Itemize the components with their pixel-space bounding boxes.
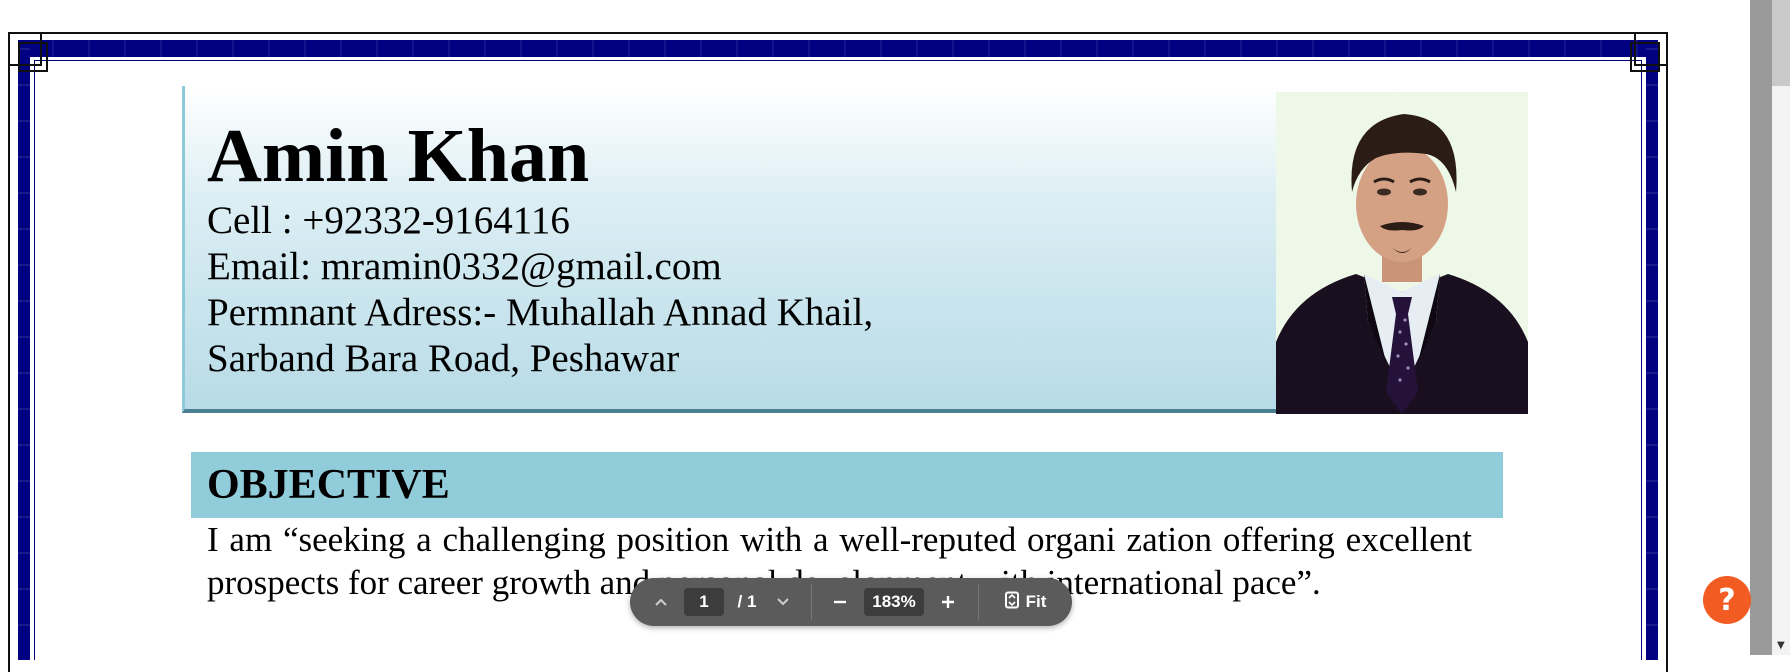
plus-icon[interactable] [930, 578, 966, 626]
toolbar-divider [978, 584, 979, 620]
border-corner-top-left [8, 32, 48, 72]
contact-email: Email: mramin0332@gmail.com [207, 245, 722, 288]
page-border-band-left [18, 40, 30, 660]
toolbar-divider [811, 584, 812, 620]
chevron-down-icon[interactable] [766, 578, 800, 626]
page-number-input[interactable]: 1 [684, 588, 724, 616]
help-icon[interactable]: ? [1703, 576, 1751, 624]
pdf-toolbar: 1 / 1 183% Fit [630, 578, 1072, 626]
page-total: / 1 [737, 592, 757, 611]
minus-icon[interactable] [822, 578, 858, 626]
page-border-band-right [1646, 40, 1658, 660]
fit-button[interactable]: Fit [988, 578, 1062, 626]
fit-label: Fit [1025, 592, 1047, 611]
zoom-level[interactable]: 183% [864, 588, 924, 616]
page-border-band-top [18, 40, 1658, 57]
chevron-up-icon[interactable] [644, 578, 678, 626]
contact-address-line1: Permnant Adress:- Muhallah Annad Khail, [207, 291, 874, 334]
scrollbar-thumb[interactable] [1772, 0, 1790, 86]
fit-page-icon [1004, 591, 1020, 614]
objective-heading: OBJECTIVE [207, 462, 450, 508]
contact-address-line2: Sarband Bara Road, Peshawar [207, 337, 680, 380]
scroll-down-icon[interactable]: ▼ [1777, 640, 1785, 651]
contact-cell: Cell : +92332-9164116 [207, 199, 570, 242]
border-corner-top-right [1630, 32, 1668, 72]
candidate-name: Amin Khan [207, 114, 590, 198]
scrollbar-track[interactable] [1750, 0, 1772, 655]
profile-photo [1276, 92, 1528, 414]
